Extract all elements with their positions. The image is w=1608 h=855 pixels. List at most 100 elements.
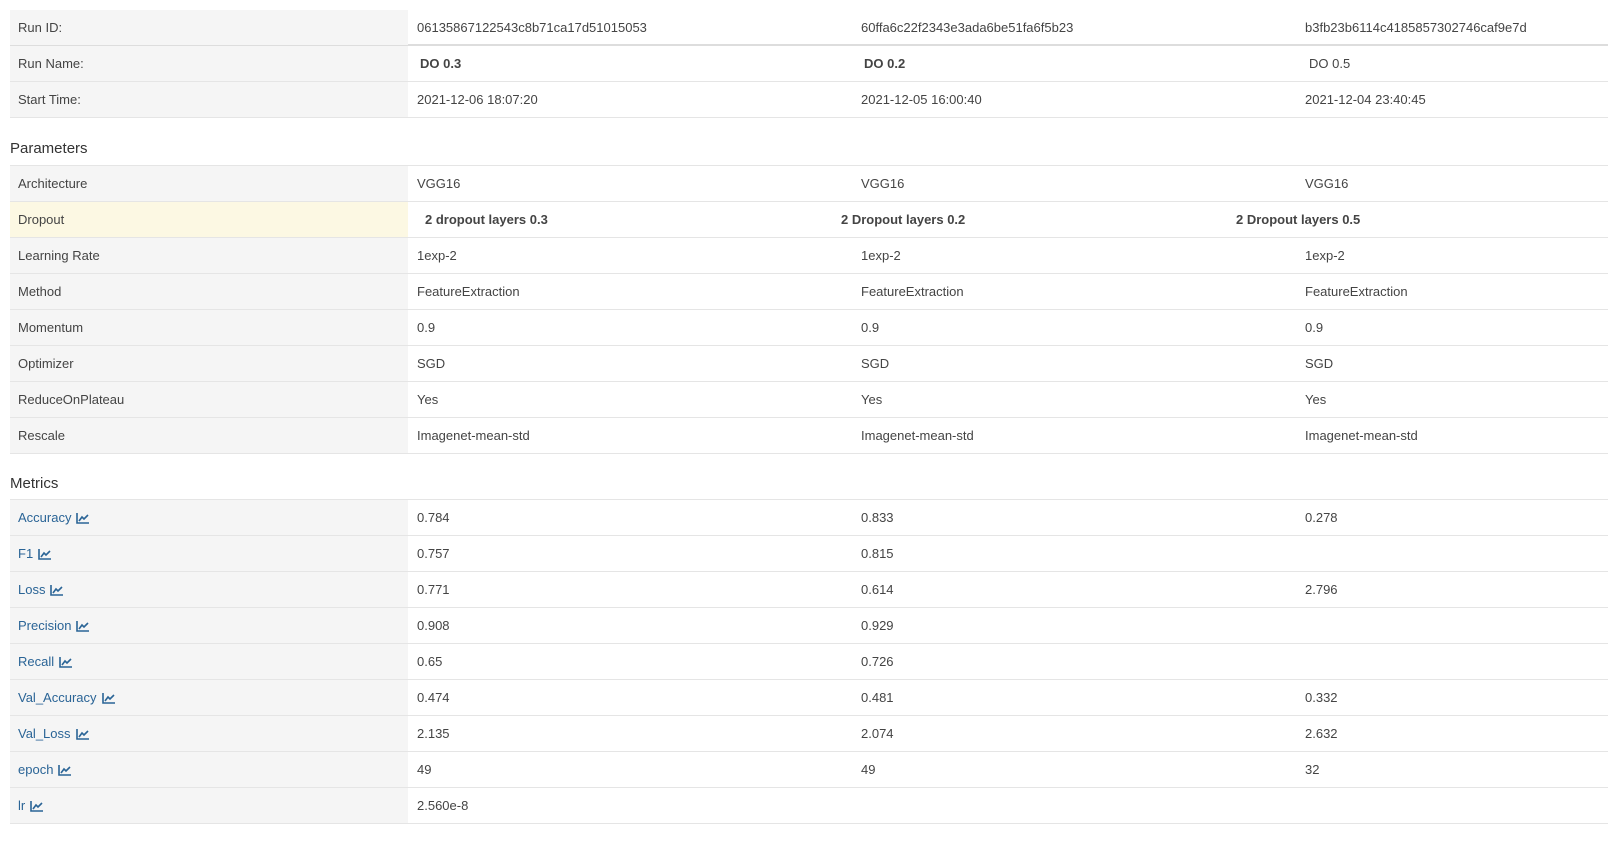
param-row-learning-rate: Learning Rate 1exp-2 1exp-2 1exp-2 bbox=[10, 238, 1608, 274]
line-chart-icon bbox=[76, 512, 90, 524]
param-value: 0.9 bbox=[1305, 320, 1324, 335]
metric-row-val-accuracy: Val_Accuracy 0.474 0.481 0.332 bbox=[10, 680, 1608, 716]
metric-name: Val_Accuracy bbox=[18, 690, 97, 705]
run-id-link-1[interactable]: 06135867122543c8b71ca17d51015053 bbox=[417, 10, 647, 45]
metric-value: 2.135 bbox=[417, 726, 450, 741]
metric-label-cell: Recall bbox=[10, 644, 408, 679]
param-row-dropout: Dropout 2 dropout layers 0.3 2 Dropout l… bbox=[10, 202, 1608, 238]
param-value: FeatureExtraction bbox=[1305, 284, 1408, 299]
metric-label-cell: Accuracy bbox=[10, 500, 408, 535]
metric-value: 2.560e-8 bbox=[417, 798, 469, 813]
metric-value: 0.833 bbox=[861, 510, 894, 525]
param-value: 1exp-2 bbox=[861, 248, 901, 263]
metric-value: 0.757 bbox=[417, 546, 450, 561]
line-chart-icon bbox=[75, 728, 89, 740]
param-row-momentum: Momentum 0.9 0.9 0.9 bbox=[10, 310, 1608, 346]
param-label: Learning Rate bbox=[10, 238, 408, 273]
metric-link-lr[interactable]: lr bbox=[18, 788, 44, 823]
metric-link-recall[interactable]: Recall bbox=[18, 644, 73, 679]
run-name-3: DO 0.5 bbox=[1309, 56, 1351, 71]
run-header-table: Run ID: 06135867122543c8b71ca17d51015053… bbox=[10, 10, 1608, 118]
metric-link-loss[interactable]: Loss bbox=[18, 572, 64, 607]
metric-value: 32 bbox=[1305, 762, 1320, 777]
run-name-2: DO 0.2 bbox=[864, 56, 906, 71]
metric-label-cell: Val_Loss bbox=[10, 716, 408, 751]
metric-row-val-loss: Val_Loss 2.135 2.074 2.632 bbox=[10, 716, 1608, 752]
metric-value: 0.614 bbox=[861, 582, 894, 597]
metric-value: 2.074 bbox=[861, 726, 894, 741]
metric-label-cell: F1 bbox=[10, 536, 408, 571]
run-id-row: Run ID: 06135867122543c8b71ca17d51015053… bbox=[10, 10, 1608, 46]
param-row-reduce-on-plateau: ReduceOnPlateau Yes Yes Yes bbox=[10, 382, 1608, 418]
param-value: Yes bbox=[861, 392, 883, 407]
line-chart-icon bbox=[76, 620, 90, 632]
param-label: Momentum bbox=[10, 310, 408, 345]
line-chart-icon bbox=[101, 692, 115, 704]
metric-value: 0.908 bbox=[417, 618, 450, 633]
param-value: SGD bbox=[861, 356, 890, 371]
run-name-1: DO 0.3 bbox=[420, 56, 462, 71]
param-label: Method bbox=[10, 274, 408, 309]
metric-row-lr: lr 2.560e-8 bbox=[10, 788, 1608, 824]
line-chart-icon bbox=[38, 548, 52, 560]
metric-link-accuracy[interactable]: Accuracy bbox=[18, 500, 90, 535]
metric-label-cell: epoch bbox=[10, 752, 408, 787]
start-time-row: Start Time: 2021-12-06 18:07:20 2021-12-… bbox=[10, 82, 1608, 118]
metric-value: 0.278 bbox=[1305, 510, 1338, 525]
param-row-architecture: Architecture VGG16 VGG16 VGG16 bbox=[10, 166, 1608, 202]
param-value: VGG16 bbox=[861, 176, 905, 191]
param-label: Rescale bbox=[10, 418, 408, 453]
param-row-method: Method FeatureExtraction FeatureExtracti… bbox=[10, 274, 1608, 310]
metric-row-f1: F1 0.757 0.815 bbox=[10, 536, 1608, 572]
run-id-link-3[interactable]: b3fb23b6114c4185857302746caf9e7d bbox=[1305, 10, 1527, 45]
metric-label-cell: lr bbox=[10, 788, 408, 823]
metrics-table: Accuracy 0.784 0.833 0.278 F1 0.757 0.81… bbox=[10, 499, 1608, 824]
metric-label-cell: Loss bbox=[10, 572, 408, 607]
param-value: VGG16 bbox=[1305, 176, 1349, 191]
metric-name: Recall bbox=[18, 654, 55, 669]
param-value: Yes bbox=[1305, 392, 1327, 407]
metric-link-f1[interactable]: F1 bbox=[18, 536, 52, 571]
metric-value: 2.796 bbox=[1305, 582, 1338, 597]
start-time-3: 2021-12-04 23:40:45 bbox=[1305, 92, 1426, 107]
param-value: FeatureExtraction bbox=[417, 284, 520, 299]
metric-link-val-loss[interactable]: Val_Loss bbox=[18, 716, 90, 751]
param-value: 0.9 bbox=[861, 320, 880, 335]
metric-name: epoch bbox=[18, 762, 54, 777]
metric-name: lr bbox=[18, 798, 26, 813]
metric-link-val-accuracy[interactable]: Val_Accuracy bbox=[18, 680, 116, 715]
run-id-link-2[interactable]: 60ffa6c22f2343e3ada6be51fa6f5b23 bbox=[861, 10, 1073, 45]
metric-value: 0.815 bbox=[861, 546, 894, 561]
param-value: 1exp-2 bbox=[417, 248, 457, 263]
param-label: Optimizer bbox=[10, 346, 408, 381]
param-value: SGD bbox=[417, 356, 446, 371]
param-label: Architecture bbox=[10, 166, 408, 201]
metric-label-cell: Val_Accuracy bbox=[10, 680, 408, 715]
param-value: 2 Dropout layers 0.2 bbox=[841, 212, 966, 227]
metric-value: 0.929 bbox=[861, 618, 894, 633]
metric-value: 0.332 bbox=[1305, 690, 1338, 705]
metric-row-loss: Loss 0.771 0.614 2.796 bbox=[10, 572, 1608, 608]
metric-link-epoch[interactable]: epoch bbox=[18, 752, 72, 787]
run-name-row: Run Name: DO 0.3 DO 0.2 DO 0.5 bbox=[10, 46, 1608, 82]
run-id-label: Run ID: bbox=[10, 10, 408, 45]
param-value: Imagenet-mean-std bbox=[417, 428, 530, 443]
param-row-rescale: Rescale Imagenet-mean-std Imagenet-mean-… bbox=[10, 418, 1608, 454]
metric-value: 49 bbox=[861, 762, 876, 777]
param-value: Imagenet-mean-std bbox=[1305, 428, 1418, 443]
metric-link-precision[interactable]: Precision bbox=[18, 608, 90, 643]
metric-value: 2.632 bbox=[1305, 726, 1338, 741]
metric-name: F1 bbox=[18, 546, 34, 561]
metric-value: 0.784 bbox=[417, 510, 450, 525]
param-value: FeatureExtraction bbox=[861, 284, 964, 299]
param-label: Dropout bbox=[10, 202, 408, 237]
param-value: 0.9 bbox=[417, 320, 436, 335]
line-chart-icon bbox=[50, 584, 64, 596]
param-label: ReduceOnPlateau bbox=[10, 382, 408, 417]
param-row-optimizer: Optimizer SGD SGD SGD bbox=[10, 346, 1608, 382]
metrics-heading: Metrics bbox=[10, 475, 59, 492]
line-chart-icon bbox=[30, 800, 44, 812]
metric-row-epoch: epoch 49 49 32 bbox=[10, 752, 1608, 788]
metric-row-accuracy: Accuracy 0.784 0.833 0.278 bbox=[10, 500, 1608, 536]
start-time-2: 2021-12-05 16:00:40 bbox=[861, 92, 982, 107]
